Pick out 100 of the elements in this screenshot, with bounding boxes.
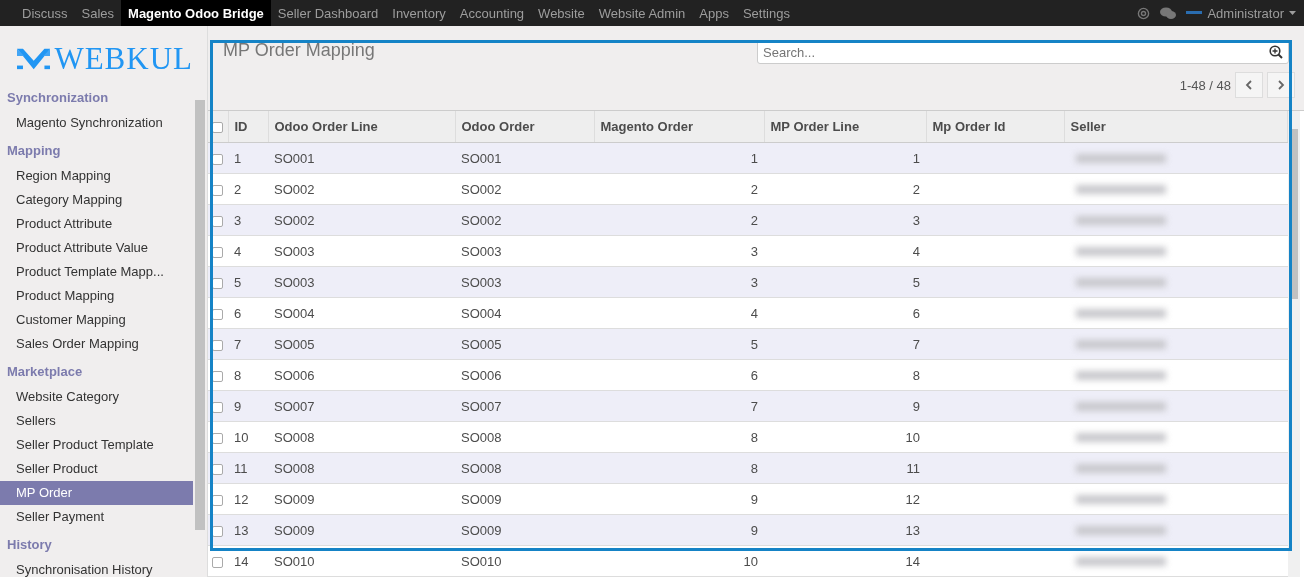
table-cell: 9 xyxy=(594,514,764,546)
sidebar-item[interactable]: MP Order xyxy=(0,481,193,505)
table-cell: 3 xyxy=(764,204,926,236)
menu-item[interactable]: Discuss xyxy=(15,0,75,26)
table-cell: 3 xyxy=(594,235,764,267)
table-cell: 8 xyxy=(594,421,764,453)
column-header[interactable]: Odoo Order xyxy=(455,111,594,143)
table-cell: SO009 xyxy=(268,483,455,515)
checkbox[interactable] xyxy=(212,556,223,568)
sidebar-item[interactable]: Region Mapping xyxy=(0,164,193,188)
caret-icon[interactable] xyxy=(1289,11,1296,15)
sidebar-item[interactable]: Sales Order Mapping xyxy=(0,332,193,356)
table-cell: SO006 xyxy=(455,359,594,391)
table-cell: 12 xyxy=(764,483,926,515)
table-cell: 3 xyxy=(594,266,764,298)
checkbox[interactable] xyxy=(212,246,223,258)
table-cell: SO007 xyxy=(268,390,455,422)
checkbox[interactable] xyxy=(212,308,223,320)
column-header[interactable]: Magento Order xyxy=(594,111,764,143)
menu-item[interactable]: Settings xyxy=(735,0,797,26)
sidebar-item[interactable]: Seller Product xyxy=(0,457,193,481)
chevron-left-icon xyxy=(1245,80,1253,90)
sidebar-item[interactable]: Seller Product Template xyxy=(0,433,193,457)
previous-button[interactable] xyxy=(1235,72,1263,98)
menu-item[interactable]: Seller Dashboard xyxy=(270,0,386,26)
table-cell: SO002 xyxy=(268,204,455,236)
column-header[interactable]: Odoo Order Line xyxy=(268,111,455,143)
table-cell: SO001 xyxy=(268,142,455,174)
checkbox[interactable] xyxy=(212,184,223,196)
checkbox[interactable] xyxy=(212,370,223,382)
sidebar-item[interactable]: Product Attribute xyxy=(0,212,193,236)
table-cell: 2 xyxy=(594,173,764,205)
table-cell: SO004 xyxy=(268,297,455,329)
table-cell: 5 xyxy=(228,266,268,298)
table-cell: 6 xyxy=(594,359,764,391)
table-cell: SO009 xyxy=(455,514,594,546)
table-cell: 1 xyxy=(228,142,268,174)
table-cell: 5 xyxy=(764,266,926,298)
checkbox[interactable] xyxy=(212,525,223,537)
menu-item[interactable]: Website Admin xyxy=(591,0,693,26)
table-cell: 2 xyxy=(594,204,764,236)
column-header[interactable]: Seller xyxy=(1064,111,1288,143)
checkbox[interactable] xyxy=(212,339,223,351)
page-title: MP Order Mapping xyxy=(223,40,375,61)
checkbox[interactable] xyxy=(212,494,223,506)
menu-item[interactable]: Magento Odoo Bridge xyxy=(121,0,271,26)
sidebar-item[interactable]: Website Category xyxy=(0,385,193,409)
table-cell: 9 xyxy=(228,390,268,422)
chevron-right-icon xyxy=(1277,80,1285,90)
table-cell: 13 xyxy=(764,514,926,546)
table-cell: SO001 xyxy=(455,142,594,174)
sidebar-item[interactable]: Product Template Mapp... xyxy=(0,260,193,284)
sidebar-item[interactable]: Magento Synchronization xyxy=(0,111,193,135)
checkbox[interactable] xyxy=(212,122,223,134)
column-header[interactable]: Mp Order Id xyxy=(926,111,1064,143)
table-cell: 10 xyxy=(228,421,268,453)
table-cell: 6 xyxy=(228,297,268,329)
column-header[interactable]: ID xyxy=(228,111,268,143)
table-cell: SO003 xyxy=(268,266,455,298)
menu-item[interactable]: Sales xyxy=(74,0,122,26)
sidebar-item[interactable]: Product Mapping xyxy=(0,284,193,308)
table-cell: SO003 xyxy=(268,235,455,267)
table-cell: 10 xyxy=(764,421,926,453)
table-cell: 9 xyxy=(594,483,764,515)
sidebar-item[interactable]: Category Mapping xyxy=(0,188,193,212)
chat-icon[interactable] xyxy=(1160,6,1177,20)
menu-item[interactable]: Accounting xyxy=(452,0,532,26)
pager-text: 1-48 / 48 xyxy=(1179,77,1231,93)
menu-item[interactable]: Inventory xyxy=(385,0,453,26)
table-cell: 7 xyxy=(594,390,764,422)
table-cell: SO008 xyxy=(268,421,455,453)
checkbox[interactable] xyxy=(212,215,223,227)
avatar-icon[interactable] xyxy=(1186,11,1203,15)
table-cell: 11 xyxy=(764,452,926,484)
sidebar-item[interactable]: Sellers xyxy=(0,409,193,433)
checkbox[interactable] xyxy=(212,401,223,413)
table-cell: 11 xyxy=(228,452,268,484)
table-cell: SO002 xyxy=(268,173,455,205)
checkbox[interactable] xyxy=(212,153,223,165)
search-icon[interactable] xyxy=(1269,45,1283,59)
at-icon[interactable] xyxy=(1137,6,1151,20)
table-cell: SO002 xyxy=(455,173,594,205)
table-cell: SO008 xyxy=(455,452,594,484)
table-cell: 7 xyxy=(228,328,268,360)
table-cell: 8 xyxy=(594,452,764,484)
user-name[interactable]: Administrator xyxy=(1207,5,1284,21)
menu-item[interactable]: Website xyxy=(531,0,592,26)
menu-item[interactable]: Apps xyxy=(692,0,736,26)
column-header[interactable]: MP Order Line xyxy=(764,111,926,143)
sidebar-item[interactable]: Customer Mapping xyxy=(0,308,193,332)
checkbox[interactable] xyxy=(212,277,223,289)
checkbox[interactable] xyxy=(212,432,223,444)
sidebar-item[interactable]: Synchronisation History xyxy=(0,558,193,577)
sidebar-item[interactable]: Seller Payment xyxy=(0,505,193,529)
table-cell: SO005 xyxy=(268,328,455,360)
sidebar-item[interactable]: Product Attribute Value xyxy=(0,236,193,260)
table-cell: 4 xyxy=(764,235,926,267)
table-cell: 8 xyxy=(228,359,268,391)
table-cell: 13 xyxy=(228,514,268,546)
checkbox[interactable] xyxy=(212,463,223,475)
